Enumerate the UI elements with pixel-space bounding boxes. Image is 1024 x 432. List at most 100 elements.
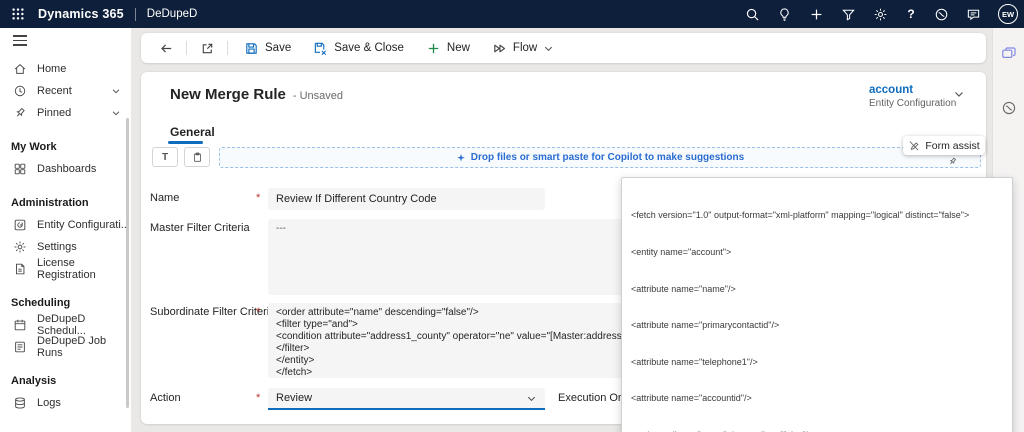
sidebar-item-deduped-scheduler[interactable]: DeDupeD Schedul... — [0, 314, 131, 336]
text-tool-glyph: T — [162, 152, 168, 163]
entity-type-label: Entity Configuration — [869, 98, 956, 109]
pin-icon — [13, 106, 27, 120]
sidebar-item-settings[interactable]: Settings — [0, 236, 131, 258]
filter-icon[interactable] — [841, 7, 856, 22]
pin-icon[interactable] — [947, 156, 958, 167]
lightbulb-icon[interactable] — [777, 7, 792, 22]
sidebar-section-analysis: Analysis — [0, 370, 131, 392]
pen-slash-icon — [908, 140, 920, 152]
tooltip-line: <attribute name="telephone1"/> — [631, 356, 1003, 368]
sidebar-item-label: Pinned — [37, 107, 71, 119]
text-tool-button[interactable]: T — [152, 147, 178, 167]
app-name[interactable]: DeDupeD — [147, 8, 198, 20]
sidebar-item-label: DeDupeD Job Runs — [37, 335, 131, 359]
sidebar-item-label: Recent — [37, 85, 72, 97]
name-input[interactable]: Review If Different Country Code — [268, 188, 545, 210]
sidebar-item-recent[interactable]: Recent — [0, 80, 131, 102]
search-icon[interactable] — [745, 7, 760, 22]
license-doc-icon — [13, 262, 27, 276]
flow-label: Flow — [513, 42, 537, 54]
form-assist-button[interactable]: Form assist — [903, 136, 985, 155]
new-label: New — [447, 42, 470, 54]
back-arrow-icon — [159, 41, 174, 56]
gear-icon[interactable] — [873, 7, 888, 22]
smart-paste-button[interactable] — [184, 147, 210, 167]
sidebar-item-home[interactable]: Home — [0, 58, 131, 80]
feedback-icon[interactable] — [966, 7, 981, 22]
page-title: New Merge Rule — [170, 86, 286, 103]
sidebar-item-entity-configuration[interactable]: Entity Configurati... — [0, 214, 131, 236]
tooltip-line: <attribute name="name"/> — [631, 283, 1003, 295]
name-input-value: Review If Different Country Code — [276, 193, 437, 205]
copilot-drop-zone[interactable]: Drop files or smart paste for Copilot to… — [219, 147, 981, 168]
flow-button[interactable]: Flow — [483, 36, 563, 60]
required-marker: * — [256, 192, 266, 204]
tooltip-line: <attribute name="accountid"/> — [631, 392, 1003, 404]
dashboard-icon — [13, 162, 27, 176]
sidebar-nav: Home Recent Pinned My Work Dashboards Ad… — [0, 28, 131, 432]
app-launcher-waffle-icon[interactable] — [4, 0, 32, 28]
sidebar-item-dashboards[interactable]: Dashboards — [0, 158, 131, 180]
sidebar-item-deduped-job-runs[interactable]: DeDupeD Job Runs — [0, 336, 131, 358]
entity-name-link[interactable]: account — [869, 84, 956, 96]
master-filter-label: Master Filter Criteria — [150, 222, 250, 234]
hamburger-menu-icon[interactable] — [0, 28, 30, 54]
fetchxml-tooltip: <fetch version="1.0" output-format="xml-… — [621, 177, 1013, 432]
tab-active-indicator — [168, 141, 203, 144]
required-marker: * — [256, 306, 266, 318]
form-assist-label: Form assist — [925, 140, 979, 152]
sidebar-item-label: Entity Configurati... — [37, 219, 130, 231]
tooltip-line: <attribute name="primarycontactid"/> — [631, 319, 1003, 331]
copilot-chat-icon[interactable] — [1001, 46, 1017, 62]
command-bar-divider — [227, 41, 228, 55]
tab-general[interactable]: General — [170, 125, 215, 139]
open-in-new-window-button[interactable] — [194, 36, 220, 60]
save-icon — [244, 41, 259, 56]
sidebar-item-license-registration[interactable]: License Registration — [0, 258, 131, 280]
flow-icon — [492, 41, 507, 56]
back-button[interactable] — [153, 36, 179, 60]
chevron-down-icon — [543, 43, 554, 54]
insights-icon[interactable] — [934, 7, 949, 22]
new-plus-icon — [426, 41, 441, 56]
avatar-initials: EW — [1002, 10, 1014, 19]
gear-icon — [13, 240, 27, 254]
clock-icon — [13, 84, 27, 98]
popout-icon — [200, 41, 215, 56]
plus-icon[interactable] — [809, 7, 824, 22]
save-and-close-button[interactable]: Save & Close — [304, 36, 413, 60]
new-button[interactable]: New — [417, 36, 479, 60]
action-field-label: Action — [150, 392, 181, 404]
schedule-icon — [13, 318, 27, 332]
user-avatar[interactable]: EW — [998, 4, 1018, 24]
chevron-down-icon[interactable] — [111, 86, 121, 96]
name-field-label: Name — [150, 192, 179, 204]
product-name[interactable]: Dynamics 365 — [38, 7, 124, 21]
sidebar-section-my-work: My Work — [0, 136, 131, 158]
chevron-down-icon[interactable] — [111, 108, 121, 118]
sidebar-item-label: Logs — [37, 397, 61, 409]
app-window: Dynamics 365 DeDupeD ? — [0, 0, 1024, 432]
save-close-icon — [313, 41, 328, 56]
action-selected-value: Review — [276, 392, 312, 404]
action-dropdown[interactable]: Review — [268, 388, 545, 410]
save-button[interactable]: Save — [235, 36, 300, 60]
sidebar-item-logs[interactable]: Logs — [0, 392, 131, 414]
insights-circle-icon[interactable] — [1001, 100, 1017, 116]
topbar-divider — [135, 8, 136, 21]
chevron-down-icon[interactable] — [953, 88, 965, 100]
required-marker: * — [256, 392, 266, 404]
save-status: - Unsaved — [293, 90, 343, 102]
chevron-down-icon — [526, 393, 537, 404]
sidebar-item-pinned[interactable]: Pinned — [0, 102, 131, 124]
form-header: New Merge Rule - Unsaved — [170, 86, 343, 103]
topbar-actions: ? EW — [745, 0, 1018, 28]
job-runs-icon — [13, 340, 27, 354]
help-icon[interactable]: ? — [905, 7, 917, 21]
sidebar-item-label: Home — [37, 63, 66, 75]
sidebar-section-scheduling: Scheduling — [0, 292, 131, 314]
top-navbar: Dynamics 365 DeDupeD ? — [0, 0, 1024, 28]
sidebar-scrollbar[interactable] — [126, 118, 129, 408]
save-and-close-label: Save & Close — [334, 42, 404, 54]
entity-selector[interactable]: account Entity Configuration — [869, 84, 956, 109]
